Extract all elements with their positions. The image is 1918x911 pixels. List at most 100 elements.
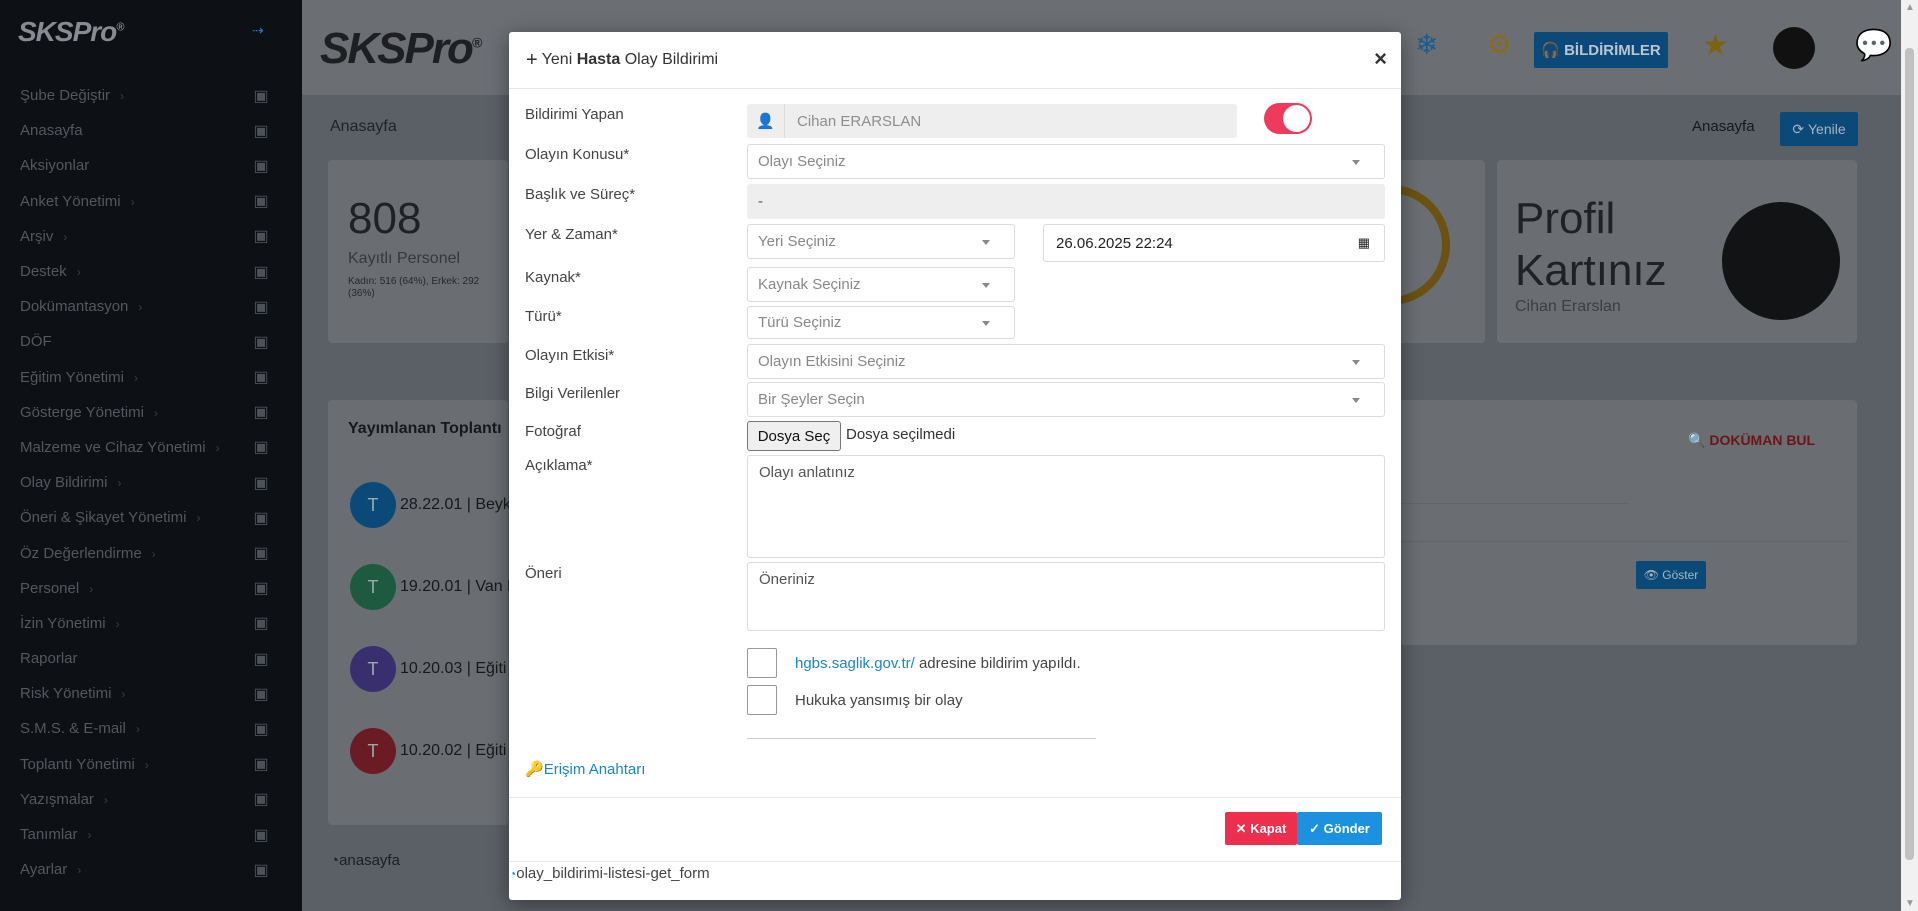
place-select[interactable]: Yeri Seçiniz [747, 224, 1015, 259]
star-icon[interactable]: ★ [1702, 28, 1729, 63]
breadcrumb-right[interactable]: Anasayfa [1692, 118, 1755, 135]
refresh-button[interactable]: ⟳ Yenile [1780, 112, 1858, 146]
notifications-button[interactable]: 🎧 BİLDİRİMLER [1534, 32, 1668, 68]
calendar-icon[interactable]: ▦ [1358, 235, 1370, 251]
sidebar-item[interactable]: Tanımlar › ▣ [0, 817, 302, 852]
datetime-input[interactable]: 26.06.2025 22:24 ▦ [1043, 224, 1385, 262]
file-choose-button[interactable]: Dosya Seç [747, 421, 841, 451]
effect-select[interactable]: Olayın Etkisini Seçiniz [747, 344, 1385, 379]
sidebar-item[interactable]: Yazışmalar › ▣ [0, 782, 302, 817]
footer-divider [509, 797, 1401, 798]
sidebar-item[interactable]: Aksiyonlar ▣ [0, 148, 302, 183]
sidebar-item[interactable]: İzin Yönetimi › ▣ [0, 606, 302, 641]
sidebar-item[interactable]: S.M.S. & E-mail › ▣ [0, 711, 302, 746]
sidebar-item-label: İzin Yönetimi [20, 614, 106, 632]
sidebar-item-label: Arşiv [20, 227, 54, 245]
caret-down-icon [1352, 397, 1360, 403]
hgbs-link[interactable]: hgbs.saglik.gov.tr/ [795, 655, 915, 672]
list-item[interactable]: T 10.20.02 | Eğiti [350, 728, 506, 774]
source-select[interactable]: Kaynak Seçiniz [747, 267, 1015, 302]
sidebar-item-label: Anasayfa [20, 122, 83, 140]
show-button[interactable]: 👁 Göster [1636, 561, 1706, 589]
sidebar-item[interactable]: Öneri & Şikayet Yönetimi › ▣ [0, 500, 302, 535]
headset-icon: ▣ [253, 263, 269, 281]
informed-select[interactable]: Bir Şeyler Seçin [747, 382, 1385, 417]
access-key-link[interactable]: 🔑Erişim Anahtarı [525, 760, 645, 778]
sidebar-item[interactable]: Eğitim Yönetimi › ▣ [0, 360, 302, 395]
reporter-field: 👤 Cihan ERARSLAN [747, 104, 1237, 138]
sidebar-item[interactable]: Olay Bildirimi › ▣ [0, 465, 302, 500]
chevron-right-icon: › [135, 722, 140, 737]
description-textarea[interactable]: Olayı anlatınız [747, 455, 1385, 558]
patient-toggle[interactable] [1264, 103, 1312, 134]
scroll-up-icon[interactable]: ▲ [1905, 2, 1915, 13]
sidebar-item[interactable]: Toplantı Yönetimi › ▣ [0, 747, 302, 782]
sidebar-item[interactable]: Anasayfa ▣ [0, 113, 302, 148]
chart-icon: ▣ [253, 193, 269, 211]
avatar: T [350, 564, 396, 610]
sidebar-item-label: Şube Değiştir [20, 87, 111, 105]
hgbs-label: hgbs.saglik.gov.tr/ adresine bildirim ya… [795, 655, 1081, 672]
chat-icon[interactable]: 💬 [1855, 28, 1892, 63]
calendar-check-icon: ▣ [253, 545, 269, 563]
header-logo[interactable]: SKSPro® [320, 24, 482, 74]
comments-icon: ▣ [253, 756, 269, 774]
list-item-text: 10.20.03 | Eğiti [400, 660, 507, 677]
sidebar-item[interactable]: Ayarlar › ▣ [0, 852, 302, 887]
sidebar-item[interactable]: Malzeme ve Cihaz Yönetimi › ▣ [0, 430, 302, 465]
sidebar-item[interactable]: DÖF ▣ [0, 324, 302, 359]
footer-divider [509, 861, 1401, 862]
suggestion-textarea[interactable]: Öneriniz [747, 562, 1385, 631]
label-suggestion: Öneri [525, 565, 562, 582]
list-item[interactable]: T 19.20.01 | Van K [350, 564, 518, 610]
sidebar-item[interactable]: Dokümantasyon › ▣ [0, 289, 302, 324]
label-source: Kaynak* [525, 269, 581, 286]
close-icon[interactable]: × [1374, 46, 1387, 72]
sidebar-item[interactable]: Gösterge Yönetimi › ▣ [0, 395, 302, 430]
sidebar-item-label: Personel [20, 579, 80, 597]
label-reporter: Bildirimi Yapan [525, 106, 624, 123]
toggle-knob [1283, 105, 1310, 132]
sidebar-item[interactable]: Arşiv › ▣ [0, 219, 302, 254]
hgbs-checkbox[interactable] [747, 648, 777, 678]
label-title-process: Başlık ve Süreç* [525, 186, 636, 203]
sidebar-item[interactable]: Raporlar ▣ [0, 641, 302, 676]
sidebar-item[interactable]: Şube Değiştir › ▣ [0, 78, 302, 113]
close-button[interactable]: ✕ Kapat [1225, 812, 1297, 845]
scrollbar-thumb[interactable] [1905, 48, 1914, 860]
divider [747, 738, 1096, 739]
list-item[interactable]: T 28.22.01 | Beyk [350, 482, 511, 528]
label-place-time: Yer & Zaman* [525, 226, 618, 243]
sidebar-item-label: Ayarlar [20, 861, 68, 879]
scroll-down-icon[interactable]: ▼ [1905, 898, 1915, 909]
send-button[interactable]: ✓ Gönder [1297, 812, 1382, 845]
sidebar-item[interactable]: Öz Değerlendirme › ▣ [0, 535, 302, 570]
gear-icon[interactable]: ⚙ [1486, 28, 1511, 61]
profile-title: Profil Kartınız [1515, 194, 1667, 295]
sidebar-item-label: Destek [20, 263, 67, 281]
legal-checkbox[interactable] [747, 685, 777, 715]
sidebar-item-label: Dokümantasyon [20, 298, 129, 316]
sidebar-item-label: Eğitim Yönetimi [20, 368, 124, 386]
sidebar-toggle-icon[interactable]: ⇢ [252, 22, 264, 39]
chevron-right-icon: › [115, 616, 120, 631]
snowflake-icon[interactable]: ❄ [1415, 28, 1438, 61]
footer-link[interactable]: ◔anasayfa [330, 852, 400, 869]
subject-select[interactable]: Olayı Seçiniz [747, 144, 1385, 179]
sidebar-item[interactable]: Destek › ▣ [0, 254, 302, 289]
sidebar-item[interactable]: Personel › ▣ [0, 571, 302, 606]
list-icon: ▣ [253, 650, 269, 668]
type-select[interactable]: Türü Seçiniz [747, 306, 1015, 339]
sidebar-item[interactable]: Anket Yönetimi › ▣ [0, 184, 302, 219]
dashboard-icon: ▣ [253, 122, 269, 140]
sidebar-item-label: Anket Yönetimi [20, 192, 121, 210]
plus-icon: + [526, 48, 538, 71]
scrollbar[interactable]: ▲ ▼ [1901, 0, 1918, 911]
breadcrumb: Anasayfa [330, 118, 397, 135]
sidebar-logo[interactable]: SKSPro® [18, 16, 124, 48]
sidebar-item[interactable]: Risk Yönetimi › ▣ [0, 676, 302, 711]
avatar[interactable] [1773, 27, 1815, 69]
sidebar-item-label: Risk Yönetimi [20, 685, 112, 703]
doc-find-button[interactable]: 🔍 DOKÜMAN BUL [1688, 432, 1815, 449]
list-item[interactable]: T 10.20.03 | Eğiti [350, 646, 506, 692]
